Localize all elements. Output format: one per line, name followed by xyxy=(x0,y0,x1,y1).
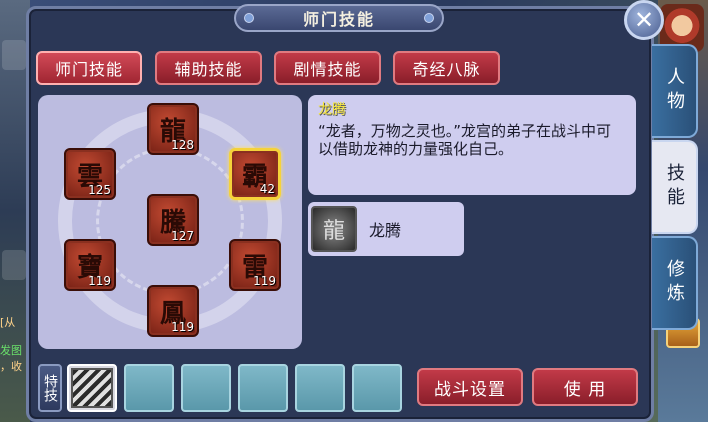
sub-skill-glyph: 龍 xyxy=(322,219,345,244)
skill-level: 128 xyxy=(171,138,194,152)
tab-support-skills[interactable]: 辅助技能 xyxy=(155,51,262,85)
background-chat-text: [从 xyxy=(0,316,16,329)
title-gem-icon xyxy=(244,13,254,23)
side-tab-skills[interactable]: 技能 xyxy=(652,140,698,234)
panel-title: 师门技能 xyxy=(302,10,375,29)
special-skill-icon xyxy=(71,368,113,408)
skill-icon[interactable]: 雷 119 xyxy=(229,239,281,291)
title-bar: 师门技能 xyxy=(234,4,444,32)
skill-icon[interactable]: 龍 128 xyxy=(147,103,199,155)
skill-description-box: 龙腾 “龙者，万物之灵也。”龙宫的弟子在战斗中可以借助龙神的力量强化自己。 xyxy=(308,95,636,195)
dragon-icon: 龍 xyxy=(311,206,357,252)
title-gem-icon xyxy=(424,13,434,23)
special-skill-slot[interactable] xyxy=(181,364,231,412)
skill-description-text: “龙者，万物之灵也。”龙宫的弟子在战斗中可以借助龙神的力量强化自己。 xyxy=(318,122,612,158)
special-skill-slot[interactable] xyxy=(238,364,288,412)
skill-level: 119 xyxy=(253,274,276,288)
sub-skill-label: 龙腾 xyxy=(369,221,402,240)
skill-icon[interactable]: 寶 119 xyxy=(64,239,116,291)
skill-level: 127 xyxy=(171,229,194,243)
skill-icon-selected[interactable]: 霸 42 xyxy=(229,148,281,200)
skill-level: 119 xyxy=(88,274,111,288)
skill-icon[interactable]: 騰 127 xyxy=(147,194,199,246)
skill-icon[interactable]: 雲 125 xyxy=(64,148,116,200)
sub-skill-item[interactable]: 龍 龙腾 xyxy=(308,202,464,256)
background-chat-text: 发图 xyxy=(0,344,22,357)
background-chat-text: ，收 xyxy=(0,360,22,373)
side-tab-training[interactable]: 修炼 xyxy=(652,236,698,330)
special-skill-slot[interactable] xyxy=(67,364,117,412)
background-strip xyxy=(2,40,26,70)
special-skill-slot[interactable] xyxy=(295,364,345,412)
skill-level: 42 xyxy=(259,182,275,196)
special-skill-slot[interactable] xyxy=(124,364,174,412)
tab-story-skills[interactable]: 剧情技能 xyxy=(274,51,381,85)
close-button[interactable]: ✕ xyxy=(624,0,664,40)
special-skill-slot[interactable] xyxy=(352,364,402,412)
close-icon: ✕ xyxy=(633,6,655,34)
use-button[interactable]: 使 用 xyxy=(532,368,638,406)
background-strip xyxy=(2,250,26,280)
skill-level: 125 xyxy=(88,183,111,197)
skill-name: 龙腾 xyxy=(318,102,346,118)
side-tab-character[interactable]: 人物 xyxy=(652,44,698,138)
skill-level: 119 xyxy=(171,320,194,334)
tab-meridians[interactable]: 奇经八脉 xyxy=(393,51,500,85)
special-skills-label: 特技 xyxy=(38,364,62,412)
battle-settings-button[interactable]: 战斗设置 xyxy=(417,368,523,406)
tab-school-skills[interactable]: 师门技能 xyxy=(36,51,142,85)
skill-icon[interactable]: 鳳 119 xyxy=(147,285,199,337)
